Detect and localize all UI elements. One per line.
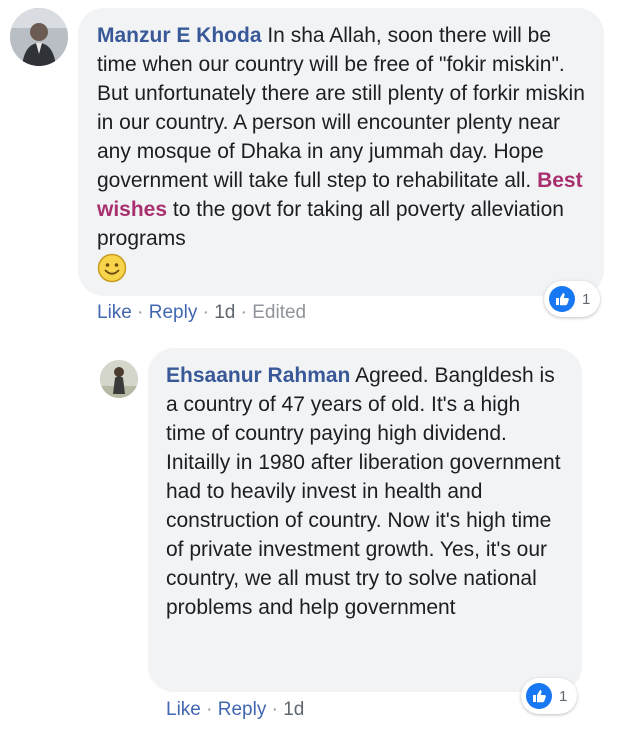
like-reaction-icon [549, 286, 575, 312]
timestamp[interactable]: 1d [283, 699, 304, 720]
like-link[interactable]: Like [97, 302, 132, 323]
comment-text: In sha Allah, soon there will be time wh… [97, 24, 585, 192]
reply-link[interactable]: Reply [218, 699, 267, 720]
like-link[interactable]: Like [166, 699, 201, 720]
smiley-icon [97, 253, 127, 283]
separator: · [197, 302, 215, 323]
edited-label[interactable]: Edited [252, 302, 306, 323]
reply-text: Agreed. Bangldesh is a country of 47 yea… [166, 364, 561, 619]
comment-bubble: Manzur E Khoda In sha Allah, soon there … [78, 8, 604, 296]
reaction-summary[interactable]: 1 [544, 281, 601, 317]
reaction-count: 1 [559, 687, 568, 705]
timestamp[interactable]: 1d [214, 302, 235, 323]
reply-actions: Like · Reply · 1d [166, 699, 304, 721]
comment-author[interactable]: Manzur E Khoda [97, 24, 262, 47]
reaction-count: 1 [582, 290, 591, 308]
reply-link[interactable]: Reply [149, 302, 198, 323]
reply-avatar[interactable] [100, 360, 138, 398]
separator: · [200, 699, 218, 720]
comment-body: Manzur E Khoda In sha Allah, soon there … [97, 21, 586, 285]
reply-author[interactable]: Ehsaanur Rahman [166, 364, 350, 387]
profile-photo-icon [100, 360, 138, 398]
profile-photo-icon [10, 8, 68, 66]
reaction-summary[interactable]: 1 [521, 678, 578, 714]
separator: · [131, 302, 149, 323]
reply-body: Ehsaanur Rahman Agreed. Bangldesh is a c… [166, 361, 564, 622]
separator: · [235, 302, 253, 323]
comment-text-continued: to the govt for taking all poverty allev… [97, 198, 564, 250]
comment-actions: Like · Reply · 1d · Edited [97, 302, 306, 324]
like-reaction-icon [526, 683, 552, 709]
reply-bubble: Ehsaanur Rahman Agreed. Bangldesh is a c… [148, 348, 582, 692]
avatar[interactable] [10, 8, 68, 66]
separator: · [266, 699, 284, 720]
